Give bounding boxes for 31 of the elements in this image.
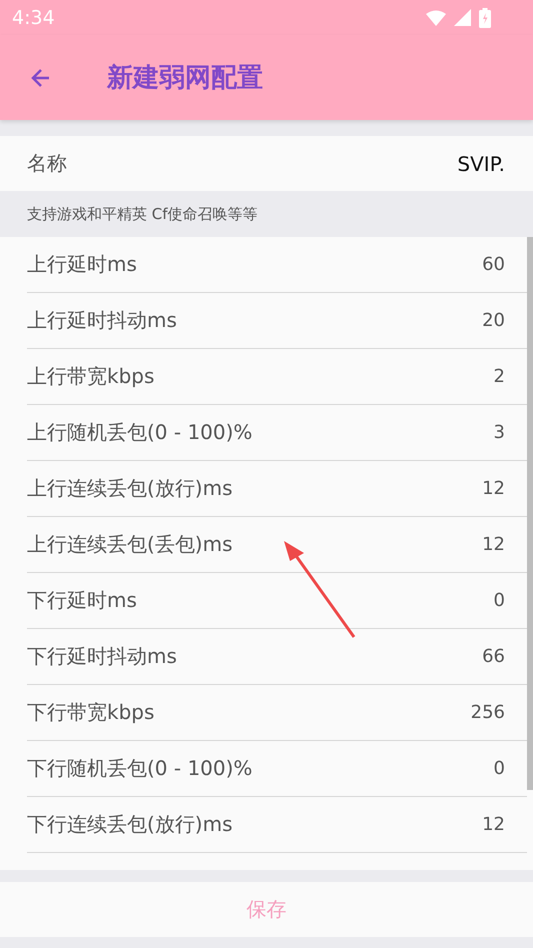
setting-value: 0	[494, 590, 505, 611]
battery-icon	[479, 8, 491, 28]
setting-label: 上行连续丢包(放行)ms	[27, 475, 233, 502]
screen-title: 新建弱网配置	[107, 62, 263, 95]
setting-label: 下行延时ms	[27, 587, 137, 614]
section-note: 支持游戏和平精英 Cf使命召唤等等	[27, 204, 258, 224]
wifi-icon	[426, 10, 446, 26]
setting-label: 上行带宽kbps	[27, 363, 154, 390]
setting-value: 0	[494, 758, 505, 779]
setting-value: 3	[494, 422, 505, 443]
setting-value: 256	[470, 702, 505, 723]
setting-label: 下行随机丢包(0 - 100)%	[27, 755, 252, 782]
setting-label: 上行连续丢包(丢包)ms	[27, 531, 233, 558]
setting-value: 12	[482, 534, 505, 555]
setting-value: 12	[482, 814, 505, 835]
setting-label: 下行延时抖动ms	[27, 643, 177, 670]
setting-value: 2	[494, 366, 505, 387]
name-setting-row[interactable]: 名称 SVIP.	[0, 136, 533, 191]
setting-label: 名称	[27, 150, 67, 177]
setting-value: 12	[482, 478, 505, 499]
setting-value: SVIP.	[457, 152, 505, 176]
signal-icon	[454, 9, 471, 26]
setting-value: 20	[482, 310, 505, 331]
clock-time: 4:34	[12, 6, 55, 28]
setting-value: 60	[482, 254, 505, 275]
setting-value: 66	[482, 646, 505, 667]
setting-label: 上行随机丢包(0 - 100)%	[27, 419, 252, 446]
setting-label: 下行带宽kbps	[27, 699, 154, 726]
setting-label: 下行连续丢包(放行)ms	[27, 811, 233, 838]
setting-label: 上行延时抖动ms	[27, 307, 177, 334]
setting-label: 上行延时ms	[27, 251, 137, 278]
